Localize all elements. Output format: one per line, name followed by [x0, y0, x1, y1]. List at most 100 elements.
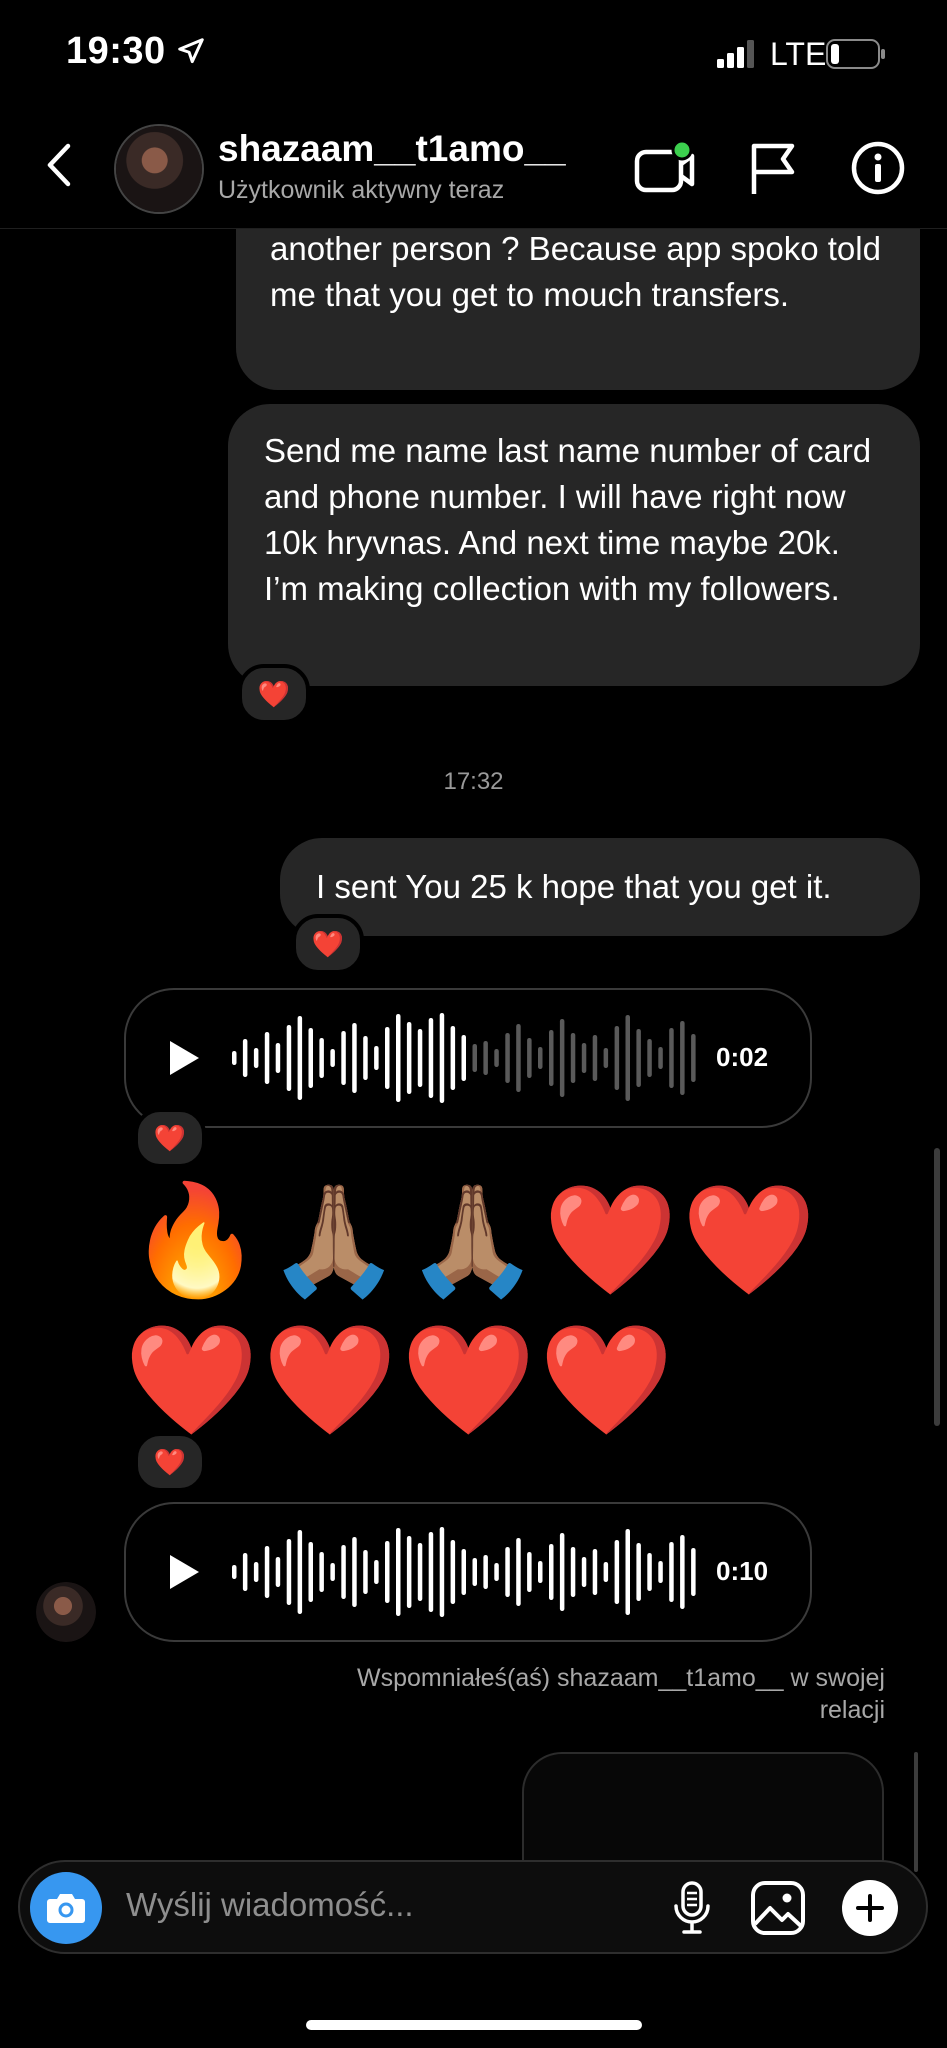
- message-composer[interactable]: Wyślij wiadomość...: [18, 1860, 928, 1954]
- waveform-bar: [286, 1539, 292, 1605]
- microphone-icon[interactable]: [672, 1880, 712, 1936]
- waveform-bar: [516, 1538, 521, 1606]
- waveform-bar: [396, 1528, 401, 1616]
- heart-reaction[interactable]: ❤️: [292, 914, 364, 974]
- waveform-bar: [308, 1542, 313, 1602]
- play-icon[interactable]: [166, 1038, 202, 1078]
- waveform-bar: [516, 1024, 521, 1092]
- waveform-bar: [472, 1558, 477, 1586]
- location-arrow-icon: [178, 38, 204, 64]
- waveform-bar: [385, 1541, 390, 1603]
- waveform-bar: [669, 1028, 674, 1088]
- message-clip: another person ? Because app spoko told …: [0, 229, 947, 409]
- waveform: [232, 1013, 696, 1103]
- waveform-bar: [363, 1036, 368, 1080]
- waveform-bar: [581, 1043, 587, 1073]
- waveform-bar: [428, 1018, 434, 1098]
- waveform-bar: [330, 1049, 335, 1067]
- voice-message[interactable]: 0:02: [124, 988, 812, 1128]
- waveform-bar: [275, 1557, 281, 1587]
- waveform-bar: [341, 1545, 346, 1599]
- waveform-bar: [658, 1047, 663, 1069]
- waveform-bar: [417, 1029, 423, 1087]
- waveform-bar: [636, 1543, 641, 1601]
- waveform-bar: [450, 1026, 456, 1090]
- heart-reaction[interactable]: ❤️: [238, 664, 310, 724]
- waveform-bar: [374, 1560, 379, 1584]
- waveform-bar: [647, 1553, 652, 1591]
- waveform-bar: [232, 1565, 237, 1579]
- waveform-bar: [417, 1543, 423, 1601]
- emoji-message[interactable]: 🔥🙏🏽🙏🏽❤️❤️: [128, 1180, 820, 1300]
- gallery-icon[interactable]: [750, 1880, 806, 1936]
- play-icon[interactable]: [166, 1552, 202, 1592]
- waveform-bar: [319, 1552, 324, 1592]
- waveform-bar: [636, 1029, 641, 1087]
- home-indicator[interactable]: [306, 2020, 642, 2030]
- waveform-bar: [527, 1038, 532, 1078]
- waveform-bar: [253, 1048, 259, 1068]
- waveform-bar: [341, 1031, 346, 1085]
- voice-message[interactable]: 0:10: [124, 1502, 812, 1642]
- waveform-bar: [581, 1557, 587, 1587]
- waveform-bar: [614, 1540, 620, 1604]
- waveform-bar: [680, 1021, 685, 1095]
- waveform-bar: [538, 1561, 543, 1583]
- waveform-bar: [352, 1537, 357, 1607]
- waveform-bar: [603, 1048, 609, 1068]
- waveform-bar: [330, 1563, 335, 1581]
- waveform-bar: [319, 1038, 324, 1078]
- camera-button[interactable]: [30, 1872, 102, 1944]
- waveform-bar: [232, 1051, 237, 1065]
- message-input[interactable]: Wyślij wiadomość...: [126, 1886, 414, 1924]
- info-icon[interactable]: [850, 140, 906, 196]
- waveform-bar: [559, 1019, 565, 1097]
- waveform-bar: [352, 1023, 357, 1093]
- back-chevron-icon[interactable]: [40, 140, 80, 190]
- waveform-bar: [483, 1041, 488, 1075]
- waveform-bar: [669, 1542, 674, 1602]
- waveform-bar: [527, 1552, 532, 1592]
- waveform-bar: [242, 1553, 248, 1591]
- scrollbar[interactable]: [934, 1148, 940, 1426]
- voice-duration: 0:10: [716, 1556, 769, 1586]
- waveform-bar: [428, 1532, 434, 1612]
- waveform-bar: [625, 1529, 630, 1615]
- waveform-bar: [570, 1547, 576, 1597]
- message-bubble-outgoing[interactable]: I sent You 25 k hope that you get it.: [280, 838, 920, 936]
- waveform-bar: [494, 1049, 499, 1067]
- waveform-bar: [406, 1022, 412, 1094]
- waveform-bar: [264, 1032, 270, 1084]
- waveform-bar: [505, 1033, 510, 1083]
- voice-duration: 0:02: [716, 1042, 769, 1072]
- message-bubble-outgoing[interactable]: Send me name last name number of card an…: [228, 404, 920, 686]
- chat-username[interactable]: shazaam__t1amo__: [218, 128, 566, 170]
- waveform-bar: [625, 1015, 630, 1101]
- waveform-bar: [264, 1546, 270, 1598]
- waveform-bar: [647, 1039, 652, 1077]
- waveform-bar: [461, 1549, 466, 1595]
- waveform-bar: [297, 1016, 303, 1100]
- sender-avatar[interactable]: [36, 1582, 96, 1642]
- scrollbar[interactable]: [914, 1752, 918, 1872]
- avatar[interactable]: [114, 124, 204, 214]
- emoji-message[interactable]: ❤️❤️❤️❤️: [124, 1320, 678, 1440]
- waveform-bar: [396, 1014, 401, 1102]
- waveform-bar: [385, 1027, 390, 1089]
- waveform-bar: [494, 1563, 499, 1581]
- waveform-bar: [472, 1044, 477, 1072]
- video-call-icon[interactable]: [634, 140, 696, 196]
- waveform-bar: [450, 1540, 456, 1604]
- heart-reaction[interactable]: ❤️: [134, 1108, 206, 1168]
- camera-icon: [47, 1894, 85, 1923]
- waveform-bar: [286, 1025, 292, 1091]
- waveform-bar: [275, 1043, 281, 1073]
- story-mention-label: Wspomniałeś(aś) shazaam__t1amo__ w swoje…: [356, 1664, 885, 1724]
- add-button[interactable]: [842, 1880, 898, 1936]
- message-bubble-outgoing[interactable]: another person ? Because app spoko told …: [236, 229, 920, 390]
- waveform-bar: [406, 1536, 412, 1608]
- waveform-bar: [592, 1035, 598, 1081]
- waveform-bar: [680, 1535, 685, 1609]
- heart-reaction[interactable]: ❤️: [134, 1432, 206, 1492]
- flag-icon[interactable]: [746, 140, 798, 196]
